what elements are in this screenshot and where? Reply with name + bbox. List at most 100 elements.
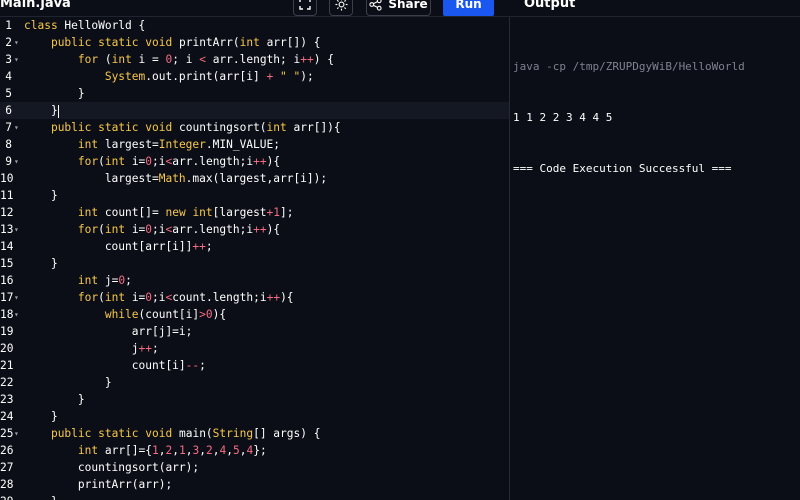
code-text: for(int i=0;i<arr.length;i++){: [77, 223, 281, 236]
share-label: Share: [388, 0, 428, 11]
code-text: j++;: [24, 342, 159, 355]
fold-chevron-icon[interactable]: ▾: [14, 51, 19, 68]
code-line[interactable]: 8 int largest=Integer.MIN_VALUE;: [0, 136, 509, 153]
code-text: count[arr[i]]++;: [24, 240, 213, 253]
code-text: count[i]--;: [24, 359, 206, 372]
code-text: int arr[]={1,2,1,3,2,4,5,4};: [77, 444, 267, 457]
code-text: System.out.print(arr[i] + " ");: [104, 70, 314, 83]
code-line[interactable]: 13 ▾ for(int i=0;i<arr.length;i++){: [0, 221, 509, 238]
file-tab-main-java[interactable]: Main.java: [0, 0, 71, 15]
line-number: 3: [5, 53, 12, 66]
output-command: java -cp /tmp/ZRUPDgyWiB/HelloWorld: [513, 60, 745, 73]
code-line[interactable]: 25 ▾ public static void main(String[] arg…: [0, 425, 509, 442]
line-number: 17: [0, 291, 14, 304]
line-number: 29: [0, 493, 13, 500]
line-number: 13: [0, 223, 14, 236]
code-text: for(int i=0;i<count.length;i++){: [77, 291, 294, 304]
code-text: int count[]= new int[largest+1];: [77, 206, 294, 219]
code-line[interactable]: 16 int j=0;: [0, 272, 509, 289]
code-text: class HelloWorld {: [24, 19, 146, 32]
fold-chevron-icon[interactable]: ▾: [14, 425, 19, 442]
output-console: java -cp /tmp/ZRUPDgyWiB/HelloWorld 1 1 …: [513, 24, 800, 194]
code-line[interactable]: 11 }: [0, 187, 509, 204]
code-text: arr[j]=i;: [24, 325, 193, 338]
code-line[interactable]: 10 largest=Math.max(largest,arr[i]);: [0, 170, 509, 187]
line-number: 22: [0, 376, 14, 389]
top-toolbar: Main.java Share Run Output: [0, 0, 800, 17]
code-text: }: [24, 104, 59, 118]
line-number: 15: [0, 257, 14, 270]
line-number: 23: [0, 393, 14, 406]
output-result: 1 1 2 2 3 4 4 5: [513, 111, 613, 124]
code-text: public static void countingsort(int arr[…: [50, 121, 341, 134]
code-line[interactable]: 28 printArr(arr);: [0, 476, 509, 493]
line-number: 28: [0, 478, 14, 491]
code-line[interactable]: 5 }: [0, 85, 509, 102]
code-line[interactable]: 19 arr[j]=i;: [0, 323, 509, 340]
line-number: 16: [0, 274, 14, 287]
code-line[interactable]: 27 countingsort(arr);: [0, 459, 509, 476]
panel-splitter[interactable]: [509, 17, 510, 500]
code-text: }: [24, 189, 58, 202]
code-text: public static void main(String[] args) {: [50, 427, 321, 440]
code-line[interactable]: 24 }: [0, 408, 509, 425]
line-number: 8: [5, 138, 12, 151]
fullscreen-button[interactable]: [293, 0, 317, 16]
code-line[interactable]: 12 int count[]= new int[largest+1];: [0, 204, 509, 221]
code-line[interactable]: 7 ▾ public static void countingsort(int a…: [0, 119, 509, 136]
share-icon: [369, 0, 382, 11]
line-number: 4: [5, 70, 12, 83]
code-line[interactable]: 29 }: [0, 493, 509, 500]
code-line[interactable]: 18 ▾ while(count[i]>0){: [0, 306, 509, 323]
fold-chevron-icon[interactable]: ▾: [14, 221, 19, 238]
fold-chevron-icon[interactable]: ▾: [14, 153, 19, 170]
code-line[interactable]: 22 }: [0, 374, 509, 391]
code-line[interactable]: 23 }: [0, 391, 509, 408]
code-line[interactable]: 17 ▾ for(int i=0;i<count.length;i++){: [0, 289, 509, 306]
fold-chevron-icon[interactable]: ▾: [14, 306, 19, 323]
code-line[interactable]: 1 class HelloWorld {: [0, 17, 509, 34]
line-number: 5: [5, 87, 12, 100]
code-text: for (int i = 0; i < arr.length; i++) {: [77, 53, 334, 66]
theme-toggle-button[interactable]: [329, 0, 353, 16]
code-line[interactable]: 26 int arr[]={1,2,1,3,2,4,5,4};: [0, 442, 509, 459]
code-line[interactable]: 14 count[arr[i]]++;: [0, 238, 509, 255]
line-number: 14: [0, 240, 14, 253]
fold-chevron-icon[interactable]: ▾: [14, 34, 19, 51]
line-number: 12: [0, 206, 14, 219]
code-text: }: [24, 493, 58, 500]
code-text: while(count[i]>0){: [104, 308, 227, 321]
code-text: printArr(arr);: [24, 478, 173, 491]
line-number: 6: [5, 104, 12, 117]
line-number: 26: [0, 444, 14, 457]
code-text: }: [24, 87, 85, 100]
line-number: 19: [0, 325, 14, 338]
code-line[interactable]: 3 ▾ for (int i = 0; i < arr.length; i++) …: [0, 51, 509, 68]
code-text: countingsort(arr);: [24, 461, 200, 474]
code-line[interactable]: 21 count[i]--;: [0, 357, 509, 374]
code-text: }: [24, 376, 112, 389]
line-number: 2: [5, 36, 12, 49]
line-number: 11: [0, 189, 14, 202]
run-button[interactable]: Run: [443, 0, 494, 16]
line-number: 7: [5, 121, 12, 134]
code-line[interactable]: 9 ▾ for(int i=0;i<arr.length;i++){: [0, 153, 509, 170]
code-line[interactable]: 6 }: [0, 102, 509, 119]
line-number: 24: [0, 410, 14, 423]
code-line[interactable]: 2 ▾ public static void printArr(int arr[]…: [0, 34, 509, 51]
code-editor[interactable]: 1 class HelloWorld {2 ▾ public static void…: [0, 17, 509, 500]
fullscreen-icon: [299, 0, 311, 10]
code-line[interactable]: 4 System.out.print(arr[i] + " ");: [0, 68, 509, 85]
code-text: }: [24, 393, 85, 406]
code-text: for(int i=0;i<arr.length;i++){: [77, 155, 281, 168]
fold-chevron-icon[interactable]: ▾: [14, 119, 19, 136]
line-number: 9: [5, 155, 12, 168]
fold-chevron-icon[interactable]: ▾: [14, 289, 19, 306]
share-button[interactable]: Share: [366, 0, 431, 16]
code-line[interactable]: 15 }: [0, 255, 509, 272]
code-text: }: [24, 257, 58, 270]
code-text: int largest=Integer.MIN_VALUE;: [77, 138, 280, 151]
line-number: 25: [0, 427, 14, 440]
code-line[interactable]: 20 j++;: [0, 340, 509, 357]
code-text: public static void printArr(int arr[]) {: [50, 36, 321, 49]
